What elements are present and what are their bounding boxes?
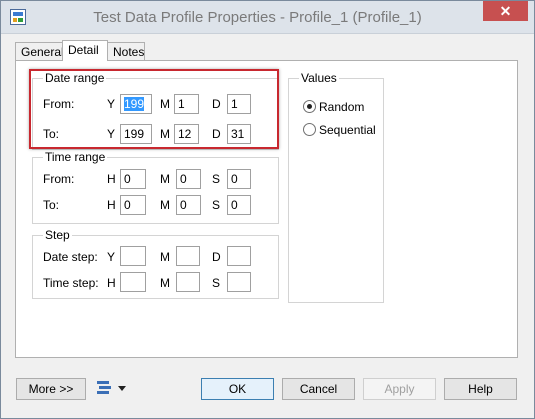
- date-step-m-label: M: [160, 250, 170, 264]
- date-to-year-input[interactable]: 199: [120, 124, 152, 144]
- time-to-s-label: S: [212, 198, 221, 212]
- time-from-label: From:: [43, 172, 75, 186]
- date-from-label: From:: [43, 97, 75, 111]
- date-to-d-label: D: [212, 127, 221, 141]
- time-range-title: Time range: [43, 150, 108, 164]
- date-from-month-input[interactable]: 1: [174, 94, 199, 114]
- dropdown-arrow-icon[interactable]: [118, 386, 126, 391]
- close-button[interactable]: ✕: [483, 1, 528, 21]
- date-to-label: To:: [43, 127, 60, 141]
- random-label[interactable]: Random: [319, 100, 364, 114]
- date-from-d-label: D: [212, 97, 221, 111]
- time-step-m-label: M: [160, 276, 170, 290]
- apply-button[interactable]: Apply: [363, 378, 436, 400]
- window-title: Test Data Profile Properties - Profile_1…: [93, 9, 422, 26]
- time-from-minute-input[interactable]: 0: [176, 169, 201, 189]
- time-from-s-label: S: [212, 172, 221, 186]
- time-from-second-input[interactable]: 0: [227, 169, 251, 189]
- date-range-group: Date range From: Y 199 M 1 D 1 To: Y 199…: [32, 71, 279, 150]
- time-to-hour-input[interactable]: 0: [120, 195, 146, 215]
- random-radio[interactable]: [303, 100, 316, 113]
- tab-notes[interactable]: Notes: [107, 42, 145, 60]
- time-step-second-input[interactable]: [227, 272, 251, 292]
- date-step-year-input[interactable]: [120, 246, 146, 266]
- date-to-m-label: M: [160, 127, 170, 141]
- time-to-minute-input[interactable]: 0: [176, 195, 201, 215]
- date-step-month-input[interactable]: [176, 246, 200, 266]
- cancel-button[interactable]: Cancel: [282, 378, 355, 400]
- title-bar[interactable]: Test Data Profile Properties - Profile_1…: [1, 1, 534, 34]
- date-range-title: Date range: [43, 71, 107, 85]
- date-step-y-label: Y: [107, 250, 116, 264]
- date-step-day-input[interactable]: [227, 246, 251, 266]
- property-list-icon[interactable]: [97, 380, 111, 396]
- time-from-hour-input[interactable]: 0: [120, 169, 146, 189]
- time-step-s-label: S: [212, 276, 221, 290]
- time-to-label: To:: [43, 198, 60, 212]
- radio-dot: [307, 104, 312, 109]
- date-step-label: Date step:: [43, 250, 98, 264]
- time-step-label: Time step:: [43, 276, 99, 290]
- sequential-label[interactable]: Sequential: [319, 123, 376, 137]
- time-step-h-label: H: [107, 276, 116, 290]
- sequential-radio[interactable]: [303, 123, 316, 136]
- date-step-d-label: D: [212, 250, 221, 264]
- more-button[interactable]: More >>: [16, 378, 86, 400]
- date-from-year-input[interactable]: 199: [120, 94, 152, 114]
- time-to-h-label: H: [107, 198, 116, 212]
- time-step-minute-input[interactable]: [176, 272, 200, 292]
- time-to-m-label: M: [160, 198, 170, 212]
- detail-tab-panel: Date range From: Y 199 M 1 D 1 To: Y 199…: [15, 60, 518, 358]
- values-group: Values Random Sequential: [288, 71, 384, 303]
- time-from-m-label: M: [160, 172, 170, 186]
- date-to-y-label: Y: [107, 127, 116, 141]
- date-to-day-input[interactable]: 31: [227, 124, 251, 144]
- tab-detail[interactable]: Detail: [62, 40, 108, 61]
- time-from-h-label: H: [107, 172, 116, 186]
- help-button[interactable]: Help: [444, 378, 517, 400]
- tab-general[interactable]: General: [15, 42, 64, 60]
- step-title: Step: [43, 228, 72, 242]
- values-title: Values: [299, 71, 339, 85]
- step-group: Step Date step: Y M D Time step: H M S: [32, 228, 279, 299]
- ok-button[interactable]: OK: [201, 378, 274, 400]
- profile-window-icon: [10, 9, 26, 25]
- time-step-hour-input[interactable]: [120, 272, 146, 292]
- date-from-day-input[interactable]: 1: [227, 94, 251, 114]
- time-range-group: Time range From: H 0 M 0 S 0 To: H 0 M 0…: [32, 150, 279, 224]
- date-to-month-input[interactable]: 12: [174, 124, 199, 144]
- date-from-m-label: M: [160, 97, 170, 111]
- time-to-second-input[interactable]: 0: [227, 195, 251, 215]
- date-from-y-label: Y: [107, 97, 116, 111]
- dialog-window: Test Data Profile Properties - Profile_1…: [0, 0, 535, 419]
